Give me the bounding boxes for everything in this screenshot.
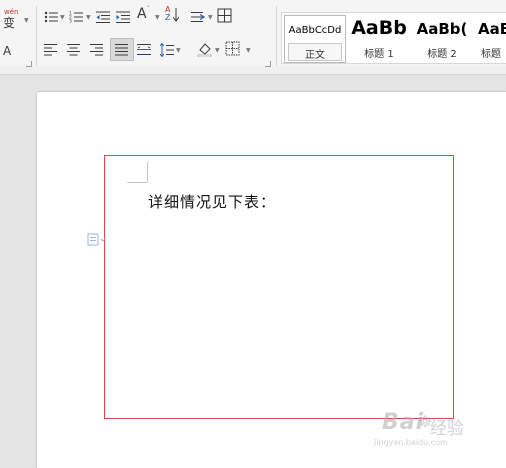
style-sample: AaBb xyxy=(351,17,407,39)
line-spacing-toggle-dropdown-icon[interactable]: ▼ xyxy=(208,14,213,21)
align-center-icon[interactable] xyxy=(67,42,81,56)
ribbon-group-label-strip xyxy=(0,66,506,74)
styles-gallery: AaBbCcDd 正文 AaBb 标题 1 AaBb( 标题 2 AaBl 标题 xyxy=(281,12,506,64)
style-normal[interactable]: AaBbCcDd 正文 xyxy=(284,15,346,63)
ribbon: wén 变 ▼ A ▼ 123 ▼ A` ▼ A Z ▼ ▼ ▼ ▼ AaBbC… xyxy=(0,0,506,75)
line-spacing-icon[interactable] xyxy=(159,42,174,58)
sort-icon[interactable]: A Z xyxy=(165,5,181,24)
borders-icon[interactable] xyxy=(225,41,241,57)
separator xyxy=(276,6,277,66)
bullets-dropdown-icon[interactable]: ▼ xyxy=(60,14,65,21)
paragraph-group-launcher-icon[interactable] xyxy=(265,61,271,67)
style-name: 标题 xyxy=(481,49,501,60)
shading-icon[interactable] xyxy=(197,41,213,58)
phonetic-guide-dropdown-icon[interactable]: ▼ xyxy=(24,17,29,24)
baidu-jingyan-watermark: Bai ☸ 经验 jingyan.baidu.com xyxy=(372,410,492,450)
watermark-url: jingyan.baidu.com xyxy=(374,438,448,447)
body-paragraph[interactable]: 详细情况见下表： xyxy=(148,191,276,212)
style-name: 标题 2 xyxy=(427,49,457,60)
numbering-dropdown-icon[interactable]: ▼ xyxy=(86,14,91,21)
numbering-icon[interactable]: 123 xyxy=(69,9,83,25)
style-name: 正文 xyxy=(305,50,325,61)
style-heading[interactable]: AaBl 标题 xyxy=(475,15,506,61)
change-case-dropdown-icon[interactable]: ▼ xyxy=(155,14,160,21)
watermark-cn-text: 经验 xyxy=(430,419,464,439)
justify-button[interactable] xyxy=(110,38,134,61)
style-name: 标题 1 xyxy=(364,49,394,60)
distributed-icon[interactable] xyxy=(137,42,152,56)
align-left-icon[interactable] xyxy=(44,42,58,56)
style-sample: AaBl xyxy=(478,20,506,38)
line-spacing-toggle-icon[interactable] xyxy=(191,9,206,23)
style-sample: AaBb( xyxy=(416,20,468,38)
font-group-launcher-icon[interactable] xyxy=(26,61,32,67)
margin-corner-mark xyxy=(127,182,147,183)
increase-indent-icon[interactable] xyxy=(116,9,130,23)
justify-icon xyxy=(115,42,129,56)
style-heading-2[interactable]: AaBb( 标题 2 xyxy=(411,15,473,61)
decrease-indent-icon[interactable] xyxy=(96,9,110,23)
shading-dropdown-icon[interactable]: ▼ xyxy=(215,47,220,54)
style-sample: AaBbCcDd xyxy=(288,25,342,36)
borders-table-icon[interactable] xyxy=(217,8,233,24)
margin-corner-mark xyxy=(147,162,148,182)
separator xyxy=(36,6,37,66)
line-spacing-dropdown-icon[interactable]: ▼ xyxy=(176,47,181,54)
paragraph-layout-icon[interactable] xyxy=(87,233,109,247)
borders-dropdown-icon[interactable]: ▼ xyxy=(246,47,251,54)
char-border-icon[interactable]: A xyxy=(3,44,11,58)
phonetic-guide-icon[interactable]: wén 变 xyxy=(2,8,24,30)
style-heading-1[interactable]: AaBb 标题 1 xyxy=(348,15,410,61)
bullets-icon[interactable] xyxy=(44,9,58,23)
change-case-icon[interactable]: A` xyxy=(137,5,151,22)
align-right-icon[interactable] xyxy=(90,42,104,56)
svg-text:3: 3 xyxy=(69,19,72,25)
